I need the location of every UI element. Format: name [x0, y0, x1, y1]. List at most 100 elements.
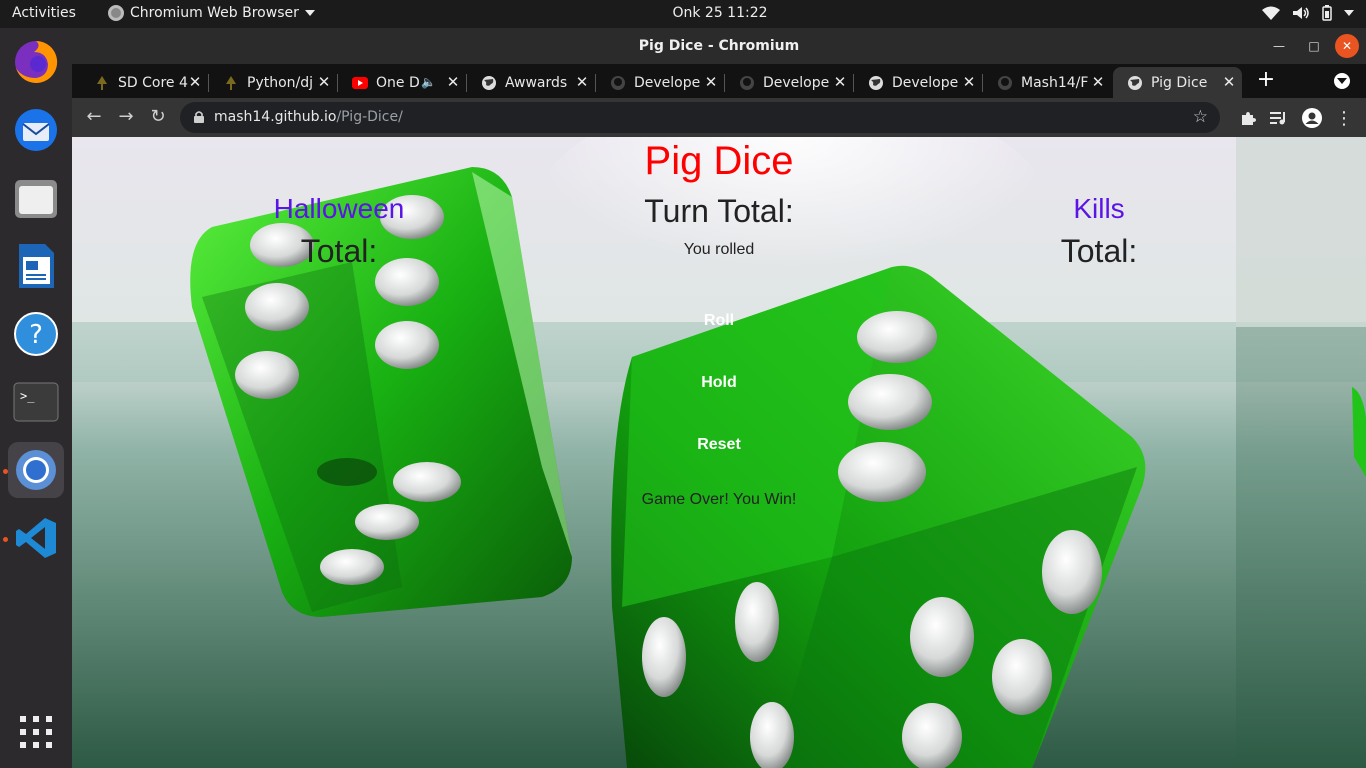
audio-playing-icon[interactable]: 🔈 — [421, 75, 436, 89]
close-tab-icon[interactable]: ✕ — [702, 73, 720, 91]
tree-icon — [94, 75, 110, 91]
volume-icon — [1293, 7, 1309, 19]
close-tab-icon[interactable]: ✕ — [1220, 73, 1238, 91]
help-icon: ? — [14, 312, 58, 356]
maximize-button[interactable]: □ — [1302, 34, 1326, 58]
hold-button[interactable]: Hold — [701, 374, 737, 391]
github-icon — [739, 75, 755, 91]
player2-name: Kills — [1073, 193, 1125, 224]
tab-pig-dice[interactable]: Pig Dice ✕ — [1113, 67, 1242, 98]
pig-dice-page: Pig Dice Halloween Total: Turn Total: Yo… — [72, 137, 1366, 768]
chromium-launcher[interactable] — [8, 442, 64, 498]
browser-window: Pig Dice - Chromium — □ ✕ SD Core 4 ✕ Py… — [72, 28, 1366, 768]
tab-developer-3[interactable]: Develope ✕ — [854, 67, 982, 98]
reload-button[interactable]: ↻ — [146, 106, 170, 130]
globe-icon — [1127, 75, 1143, 91]
tab-label: Develope — [634, 74, 701, 91]
back-button[interactable]: ← — [82, 106, 106, 130]
svg-text:?: ? — [29, 320, 43, 350]
tab-mash14-repo[interactable]: Mash14/F ✕ — [983, 67, 1111, 98]
gnome-top-bar: Activities Chromium Web Browser Onk 25 1… — [0, 0, 1366, 28]
address-bar[interactable]: mash14.github.io/Pig-Dice/ ☆ — [180, 102, 1220, 133]
close-window-button[interactable]: ✕ — [1335, 34, 1359, 58]
tab-label: One D — [376, 74, 420, 91]
close-tab-icon[interactable]: ✕ — [444, 73, 462, 91]
media-controls-button[interactable] — [1267, 106, 1291, 130]
folder-icon — [15, 180, 57, 218]
avatar-icon — [1302, 108, 1322, 128]
tab-developer-2[interactable]: Develope ✕ — [725, 67, 853, 98]
globe-icon — [481, 75, 497, 91]
close-tab-icon[interactable]: ✕ — [960, 73, 978, 91]
bookmark-star-icon[interactable]: ☆ — [1193, 107, 1208, 127]
close-tab-icon[interactable]: ✕ — [186, 73, 204, 91]
svg-text:>_: >_ — [20, 389, 35, 403]
tab-search-button[interactable] — [1334, 73, 1350, 89]
tab-awwards[interactable]: Awwards ✕ — [467, 67, 595, 98]
window-titlebar[interactable]: Pig Dice - Chromium — □ ✕ — [72, 28, 1366, 64]
tab-developer-1[interactable]: Develope ✕ — [596, 67, 724, 98]
tab-label: Python/dj — [247, 74, 314, 91]
game-status: Game Over! You Win! — [641, 491, 797, 508]
running-indicator — [3, 537, 8, 542]
tab-sd-core[interactable]: SD Core 4 ✕ — [80, 67, 208, 98]
profile-button[interactable] — [1300, 106, 1324, 130]
extensions-button[interactable] — [1236, 106, 1260, 130]
firefox-launcher[interactable] — [8, 34, 64, 90]
tab-python-django[interactable]: Python/dj ✕ — [209, 67, 337, 98]
vscode-launcher[interactable] — [8, 510, 64, 566]
url-text[interactable]: mash14.github.io/Pig-Dice/ — [214, 109, 403, 125]
tab-label: Develope — [763, 74, 830, 91]
page-title: Pig Dice — [644, 139, 794, 183]
tab-label: Develope — [892, 74, 959, 91]
system-tray[interactable] — [1262, 5, 1354, 21]
close-tab-icon[interactable]: ✕ — [315, 73, 333, 91]
wifi-icon — [1262, 6, 1280, 20]
dock: ? >_ — [0, 28, 72, 768]
tab-label: Pig Dice — [1151, 74, 1208, 91]
new-tab-button[interactable]: + — [1254, 69, 1278, 93]
vscode-icon — [16, 518, 56, 558]
roll-button[interactable]: Roll — [704, 312, 734, 329]
terminal-icon: >_ — [13, 382, 59, 422]
close-tab-icon[interactable]: ✕ — [1089, 73, 1107, 91]
youtube-icon — [352, 75, 368, 91]
chevron-down-icon — [1344, 10, 1354, 16]
browser-toolbar: ← → ↻ mash14.github.io/Pig-Dice/ ☆ ⋮ — [72, 98, 1366, 137]
running-indicator — [3, 469, 8, 474]
writer-launcher[interactable] — [8, 238, 64, 294]
github-icon — [997, 75, 1013, 91]
page-viewport: Pig Dice Halloween Total: Turn Total: Yo… — [72, 137, 1366, 768]
playlist-icon — [1270, 112, 1285, 125]
show-applications-button[interactable] — [8, 704, 64, 760]
reset-button[interactable]: Reset — [697, 436, 741, 453]
puzzle-icon — [1242, 112, 1256, 125]
url-path: /Pig-Dice/ — [336, 109, 403, 125]
terminal-launcher[interactable]: >_ — [8, 374, 64, 430]
close-tab-icon[interactable]: ✕ — [831, 73, 849, 91]
minimize-button[interactable]: — — [1267, 34, 1291, 58]
forward-button[interactable]: → — [114, 106, 138, 130]
firefox-icon — [15, 40, 58, 83]
tab-label: SD Core 4 — [118, 74, 188, 91]
files-launcher[interactable] — [8, 170, 64, 226]
app-grid-icon — [20, 716, 52, 748]
tab-label: Mash14/F — [1021, 74, 1089, 91]
player2-total: Total: — [1060, 233, 1138, 269]
menu-kebab-icon[interactable]: ⋮ — [1332, 106, 1356, 130]
thunderbird-launcher[interactable] — [8, 102, 64, 158]
thunderbird-icon — [15, 109, 57, 151]
tab-youtube[interactable]: One D 🔈 ✕ — [338, 67, 466, 98]
battery-icon — [1322, 5, 1332, 21]
clock[interactable]: Onk 25 11:22 — [0, 5, 1366, 21]
window-title: Pig Dice - Chromium — [638, 38, 800, 54]
github-icon — [610, 75, 626, 91]
lock-icon[interactable] — [194, 111, 204, 123]
chevron-down-icon — [1337, 78, 1347, 84]
globe-icon — [868, 75, 884, 91]
chromium-icon — [16, 450, 56, 490]
document-icon — [19, 244, 54, 288]
help-launcher[interactable]: ? — [8, 306, 64, 362]
close-tab-icon[interactable]: ✕ — [573, 73, 591, 91]
tab-strip: SD Core 4 ✕ Python/dj ✕ One D 🔈 ✕ Awward… — [72, 64, 1366, 98]
